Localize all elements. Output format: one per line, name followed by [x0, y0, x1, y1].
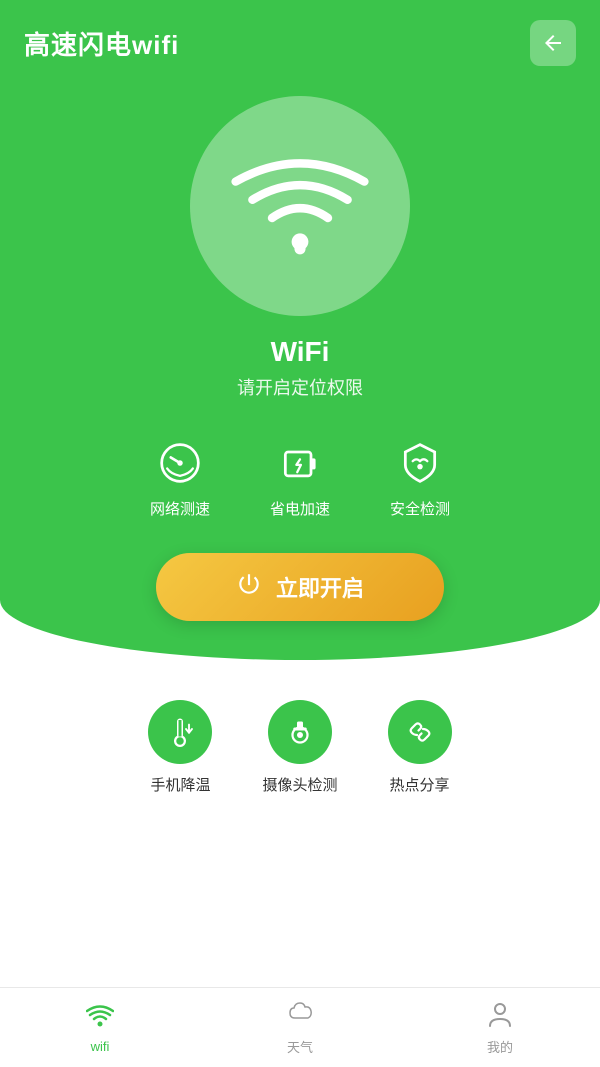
feature-battery-label: 省电加速 [270, 498, 330, 519]
tab-weather-label: 天气 [287, 1037, 313, 1056]
tab-weather[interactable]: 天气 [200, 1000, 400, 1056]
service-hotspot-label: 热点分享 [389, 774, 449, 795]
header: 高速闪电wifi [0, 0, 600, 66]
app-title: 高速闪电wifi [24, 25, 179, 62]
tab-wifi[interactable]: wifi [0, 1002, 200, 1054]
power-icon [236, 571, 262, 603]
tab-mine-icon [486, 1000, 514, 1033]
tab-weather-icon [286, 1000, 314, 1033]
tab-wifi-label: wifi [91, 1039, 110, 1054]
thermometer-icon [148, 700, 212, 764]
feature-security[interactable]: 安全检测 [390, 436, 450, 519]
wifi-large-icon [230, 134, 370, 279]
feature-speed[interactable]: 网络测速 [150, 436, 210, 519]
tab-mine-label: 我的 [487, 1037, 513, 1056]
service-hotspot[interactable]: 热点分享 [388, 700, 452, 795]
shield-icon [393, 436, 447, 490]
feature-speed-label: 网络测速 [150, 498, 210, 519]
wifi-subtitle: 请开启定位权限 [237, 374, 363, 400]
feature-battery[interactable]: 省电加速 [270, 436, 330, 519]
features-row: 网络测速 省电加速 安全检测 [150, 436, 450, 519]
wifi-name: WiFi [271, 336, 330, 368]
tab-wifi-icon [86, 1002, 114, 1035]
tab-mine[interactable]: 我的 [400, 1000, 600, 1056]
battery-icon [273, 436, 327, 490]
service-camera-label: 摄像头检测 [262, 774, 337, 795]
wifi-circle [190, 96, 410, 316]
service-camera[interactable]: 摄像头检测 [262, 700, 337, 795]
start-button[interactable]: 立即开启 [156, 553, 444, 621]
top-section: 高速闪电wifi WiFi 请开启定位权限 [0, 0, 600, 660]
start-button-label: 立即开启 [276, 571, 364, 603]
services-row: 手机降温 摄像头检测 热点分享 [20, 700, 580, 795]
speedometer-icon [153, 436, 207, 490]
link-icon [388, 700, 452, 764]
bottom-section: 手机降温 摄像头检测 热点分享 [0, 660, 600, 795]
camera-icon [268, 700, 332, 764]
service-cooling[interactable]: 手机降温 [148, 700, 212, 795]
tab-bar: wifi 天气 我的 [0, 987, 600, 1067]
service-cooling-label: 手机降温 [150, 774, 210, 795]
back-button[interactable] [530, 20, 576, 66]
feature-security-label: 安全检测 [390, 498, 450, 519]
